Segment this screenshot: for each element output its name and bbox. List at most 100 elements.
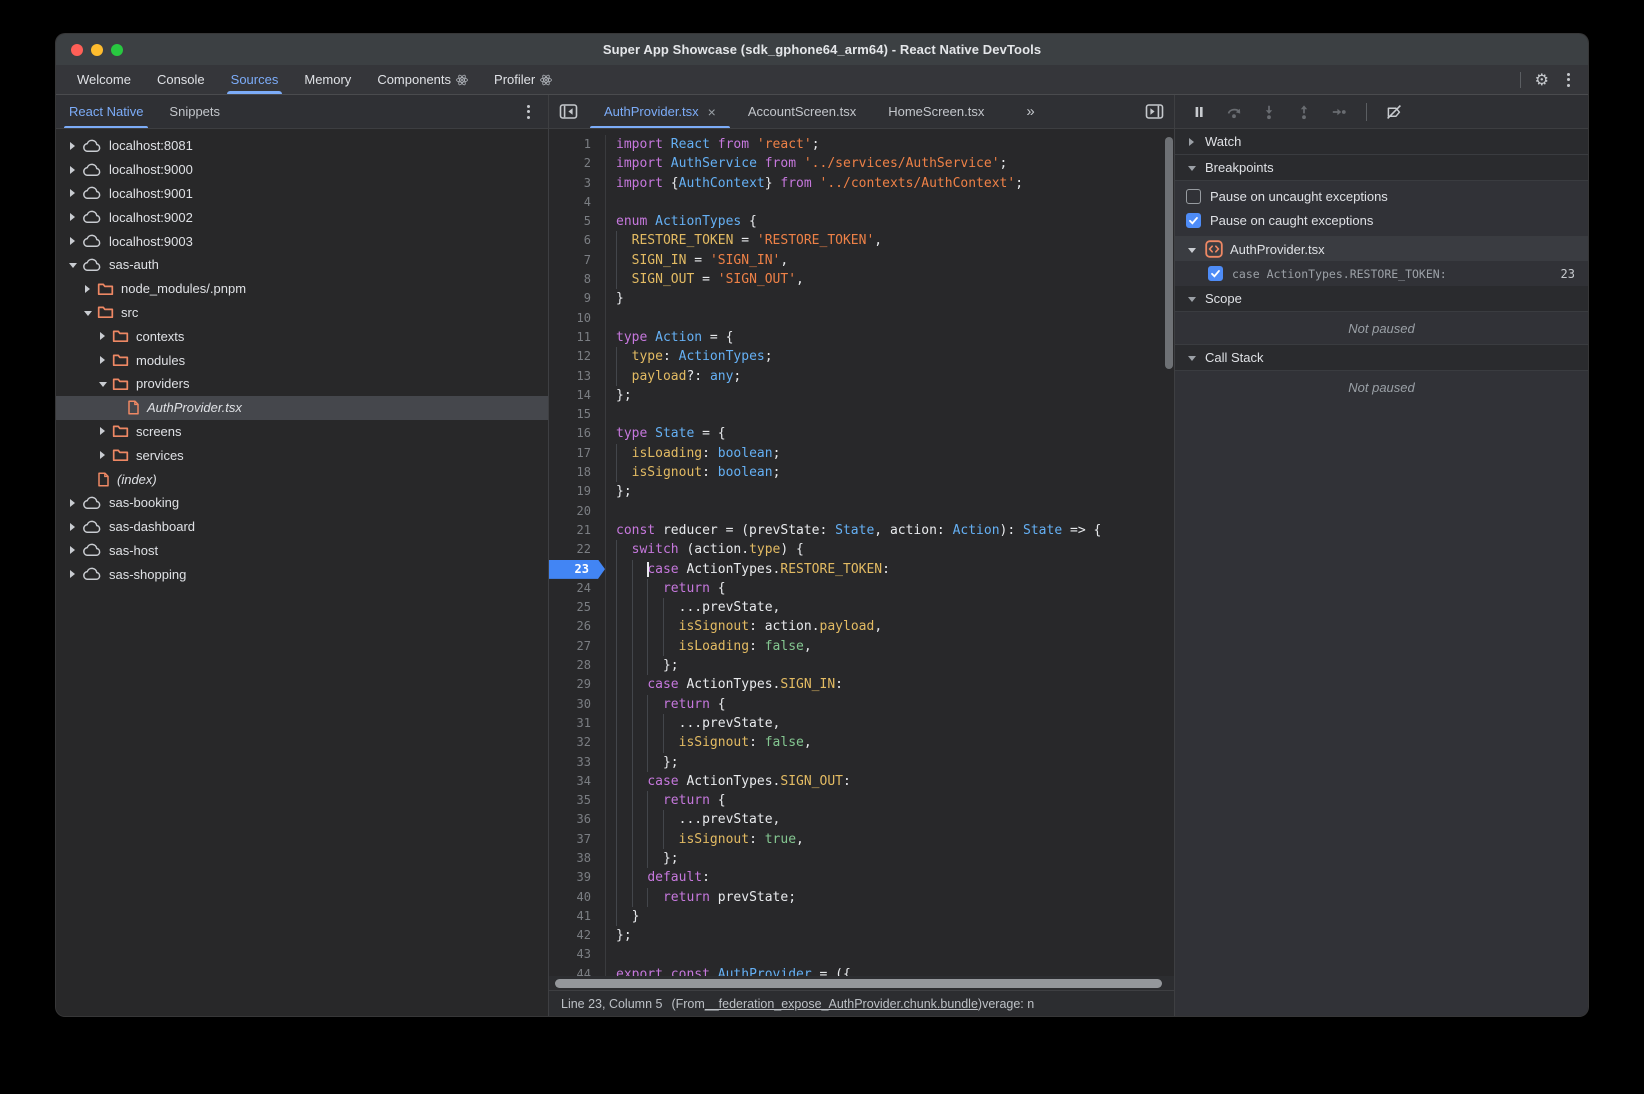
deactivate-breakpoints-icon[interactable]	[1386, 104, 1402, 120]
scope-section-header[interactable]: Scope	[1175, 286, 1588, 312]
line-number[interactable]: 44	[549, 965, 605, 976]
line-number[interactable]: 6	[549, 231, 605, 250]
hide-navigator-icon[interactable]	[549, 95, 588, 128]
line-number[interactable]: 42	[549, 926, 605, 945]
line-number[interactable]: 16	[549, 424, 605, 443]
chevron-right-icon[interactable]	[96, 332, 109, 340]
line-number[interactable]: 9	[549, 289, 605, 308]
line-number[interactable]: 18	[549, 463, 605, 482]
zoom-window-button[interactable]	[111, 44, 123, 56]
step-out-icon[interactable]	[1296, 104, 1312, 120]
more-options-icon[interactable]	[1563, 71, 1574, 89]
line-number[interactable]: 5	[549, 212, 605, 231]
breakpoint-file-group[interactable]: AuthProvider.tsx	[1175, 236, 1588, 261]
line-number[interactable]: 25	[549, 598, 605, 617]
chevron-right-icon[interactable]	[81, 285, 94, 293]
line-number[interactable]: 20	[549, 502, 605, 521]
line-number[interactable]: 14	[549, 386, 605, 405]
line-number[interactable]: 17	[549, 444, 605, 463]
tree-item-modules[interactable]: modules	[56, 348, 548, 372]
line-number[interactable]: 34	[549, 772, 605, 791]
tab-memory[interactable]: Memory	[291, 65, 364, 94]
line-number[interactable]: 35	[549, 791, 605, 810]
tab-components[interactable]: Components	[364, 65, 481, 94]
line-number[interactable]: 13	[549, 367, 605, 386]
line-number[interactable]: 2	[549, 154, 605, 173]
code-editor[interactable]: 1import React from 'react';2import AuthS…	[549, 129, 1174, 976]
chevron-down-icon[interactable]	[66, 261, 79, 268]
minimize-window-button[interactable]	[91, 44, 103, 56]
tab-sources[interactable]: Sources	[218, 65, 292, 94]
line-number[interactable]: 31	[549, 714, 605, 733]
tree-item-localhost-9003[interactable]: localhost:9003	[56, 229, 548, 253]
chevron-right-icon[interactable]	[66, 237, 79, 245]
chevron-right-icon[interactable]	[66, 570, 79, 578]
checkbox-checked[interactable]	[1208, 266, 1223, 281]
line-number[interactable]: 40	[549, 888, 605, 907]
tree-item-providers[interactable]: providers	[56, 372, 548, 396]
line-number[interactable]: 19	[549, 482, 605, 501]
editor-tab-accountscreen-tsx[interactable]: AccountScreen.tsx	[732, 95, 872, 128]
line-number[interactable]: 43	[549, 945, 605, 964]
tab-welcome[interactable]: Welcome	[64, 65, 144, 94]
chevron-down-icon[interactable]	[81, 309, 94, 316]
editor-horizontal-scrollbar[interactable]	[555, 979, 1162, 988]
tree-item-screens[interactable]: screens	[56, 420, 548, 444]
chevron-right-icon[interactable]	[66, 499, 79, 507]
line-number[interactable]: 3	[549, 174, 605, 193]
navigator-tab-react-native[interactable]: React Native	[56, 95, 156, 128]
tree-item-sas-shopping[interactable]: sas-shopping	[56, 562, 548, 586]
line-number[interactable]: 26	[549, 617, 605, 636]
execution-line-badge[interactable]: 23	[549, 560, 605, 579]
editor-vertical-scrollbar[interactable]	[1165, 137, 1173, 369]
line-number[interactable]: 41	[549, 907, 605, 926]
chevron-right-icon[interactable]	[66, 166, 79, 174]
line-number[interactable]: 22	[549, 540, 605, 559]
chevron-down-icon[interactable]	[96, 380, 109, 387]
call-stack-section-header[interactable]: Call Stack	[1175, 345, 1588, 371]
chevron-right-icon[interactable]	[96, 451, 109, 459]
breakpoint-entry[interactable]: case ActionTypes.RESTORE_TOKEN:23	[1175, 261, 1588, 286]
editor-tab-authprovider-tsx[interactable]: AuthProvider.tsx×	[588, 95, 732, 128]
line-number[interactable]: 24	[549, 579, 605, 598]
navigator-more-icon[interactable]	[523, 103, 534, 121]
line-number[interactable]: 12	[549, 347, 605, 366]
show-debugger-icon[interactable]	[1135, 95, 1174, 128]
line-number[interactable]: 1	[549, 135, 605, 154]
line-number[interactable]: 10	[549, 309, 605, 328]
line-number[interactable]: 7	[549, 251, 605, 270]
tree-item-sas-host[interactable]: sas-host	[56, 539, 548, 563]
pause-icon[interactable]	[1191, 104, 1207, 120]
line-number[interactable]: 29	[549, 675, 605, 694]
tree-item-sas-auth[interactable]: sas-auth	[56, 253, 548, 277]
line-number[interactable]: 33	[549, 753, 605, 772]
line-number[interactable]: 28	[549, 656, 605, 675]
line-number[interactable]: 38	[549, 849, 605, 868]
chevron-right-icon[interactable]	[66, 523, 79, 531]
line-number[interactable]: 36	[549, 810, 605, 829]
tab-console[interactable]: Console	[144, 65, 218, 94]
chevron-right-icon[interactable]	[96, 427, 109, 435]
chevron-right-icon[interactable]	[66, 189, 79, 197]
tree-item-node-modules-pnpm[interactable]: node_modules/.pnpm	[56, 277, 548, 301]
tree-item-localhost-9001[interactable]: localhost:9001	[56, 182, 548, 206]
checkbox-unchecked[interactable]	[1186, 189, 1201, 204]
navigator-tab-snippets[interactable]: Snippets	[156, 95, 233, 128]
tree-item-index[interactable]: (index)	[56, 467, 548, 491]
watch-section-header[interactable]: Watch	[1175, 129, 1588, 155]
step-into-icon[interactable]	[1261, 104, 1277, 120]
tree-item-contexts[interactable]: contexts	[56, 324, 548, 348]
line-number[interactable]: 32	[549, 733, 605, 752]
chevron-right-icon[interactable]	[66, 546, 79, 554]
line-number[interactable]: 30	[549, 695, 605, 714]
tree-item-authprovider-tsx[interactable]: AuthProvider.tsx	[56, 396, 548, 420]
line-number[interactable]: 4	[549, 193, 605, 212]
tree-item-localhost-9002[interactable]: localhost:9002	[56, 205, 548, 229]
line-number[interactable]: 8	[549, 270, 605, 289]
tree-item-localhost-9000[interactable]: localhost:9000	[56, 158, 548, 182]
tree-item-services[interactable]: services	[56, 443, 548, 467]
line-number[interactable]: 37	[549, 830, 605, 849]
step-icon[interactable]	[1331, 104, 1347, 120]
chevron-right-icon[interactable]	[66, 142, 79, 150]
line-number[interactable]: 27	[549, 637, 605, 656]
